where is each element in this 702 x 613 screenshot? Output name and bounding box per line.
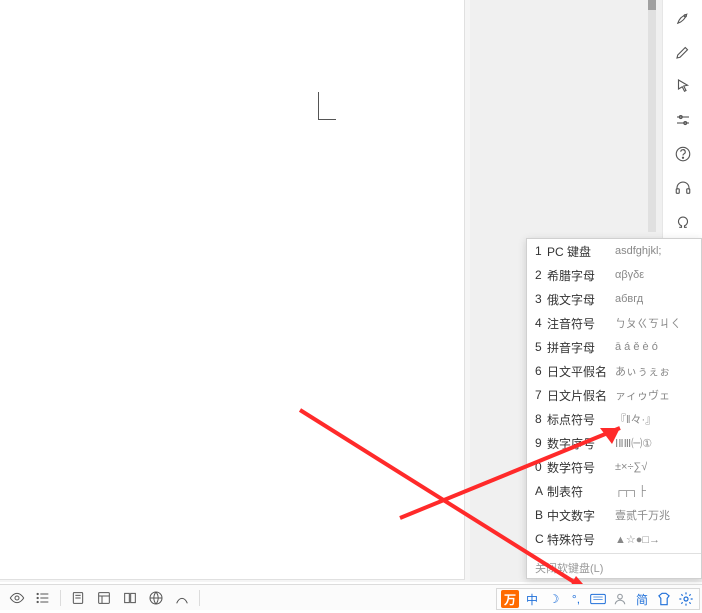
option-sample: ±×÷∑√ xyxy=(615,461,647,473)
ime-punct-icon[interactable]: °, xyxy=(567,590,585,608)
option-key: B xyxy=(535,508,547,522)
cursor-icon[interactable] xyxy=(673,76,693,96)
help-icon[interactable] xyxy=(673,144,693,164)
page-view-icon[interactable] xyxy=(69,589,87,607)
option-sample: 『‖々·』 xyxy=(615,411,656,427)
web-view-icon[interactable] xyxy=(147,589,165,607)
soft-keyboard-option[interactable]: 8标点符号『‖々·』 xyxy=(527,407,701,431)
option-label: 特殊符号 xyxy=(547,531,615,548)
reading-view-icon[interactable] xyxy=(121,589,139,607)
option-label: 注音符号 xyxy=(547,315,615,332)
headset-icon[interactable] xyxy=(673,178,693,198)
option-sample: ァィゥヴェ xyxy=(615,387,670,403)
ime-lang-toggle[interactable]: 中 xyxy=(523,590,541,608)
option-sample: ㄅㄆㄍㄎㄐㄑ xyxy=(615,315,681,331)
ime-simplified-toggle[interactable]: 简 xyxy=(633,590,651,608)
document-page[interactable] xyxy=(0,0,465,580)
rocket-icon[interactable] xyxy=(673,8,693,28)
option-sample: ⅠⅡⅢ㈠① xyxy=(615,435,652,451)
soft-keyboard-option[interactable]: 1PC 键盘asdfghjkl; xyxy=(527,239,701,263)
option-key: 2 xyxy=(535,268,547,282)
pencil-icon[interactable] xyxy=(673,42,693,62)
option-sample: ┌┬┐├ xyxy=(615,485,646,497)
menu-separator xyxy=(527,553,701,554)
option-label: 中文数字 xyxy=(547,507,615,524)
option-key: 0 xyxy=(535,460,547,474)
ime-settings-icon[interactable] xyxy=(677,590,695,608)
option-key: A xyxy=(535,484,547,498)
option-sample: ▲☆●□→ xyxy=(615,533,660,546)
option-key: 1 xyxy=(535,244,547,258)
option-label: 数学符号 xyxy=(547,459,615,476)
option-sample: ā á ě è ó xyxy=(615,341,658,353)
omega-icon[interactable] xyxy=(673,212,693,232)
option-label: 希腊字母 xyxy=(547,267,615,284)
editor-background xyxy=(0,0,470,582)
ime-toolbar: 万 中 ☽ °, 简 xyxy=(496,588,700,610)
option-label: 日文平假名 xyxy=(547,363,615,380)
soft-keyboard-option[interactable]: 5拼音字母ā á ě è ó xyxy=(527,335,701,359)
option-sample: αβγδε xyxy=(615,269,644,281)
soft-keyboard-option[interactable]: 9数字序号ⅠⅡⅢ㈠① xyxy=(527,431,701,455)
list-icon[interactable] xyxy=(34,589,52,607)
option-sample: абвгд xyxy=(615,293,643,305)
text-cursor xyxy=(318,92,336,120)
eye-icon[interactable] xyxy=(8,589,26,607)
soft-keyboard-option[interactable]: 3俄文字母абвгд xyxy=(527,287,701,311)
scrollbar-thumb[interactable] xyxy=(648,0,656,10)
view-mode-group xyxy=(61,589,199,607)
option-key: 9 xyxy=(535,436,547,450)
option-key: 5 xyxy=(535,340,547,354)
ime-brand-icon[interactable]: 万 xyxy=(501,590,519,608)
option-key: C xyxy=(535,532,547,546)
ime-softkeyboard-icon[interactable] xyxy=(589,590,607,608)
option-label: 数字序号 xyxy=(547,435,615,452)
soft-keyboard-option[interactable]: 6日文平假名あぃぅぇぉ xyxy=(527,359,701,383)
option-key: 8 xyxy=(535,412,547,426)
soft-keyboard-menu: 1PC 键盘asdfghjkl;2希腊字母αβγδε3俄文字母абвгд4注音符… xyxy=(526,238,702,579)
option-key: 7 xyxy=(535,388,547,402)
soft-keyboard-option[interactable]: C特殊符号▲☆●□→ xyxy=(527,527,701,551)
option-key: 6 xyxy=(535,364,547,378)
soft-keyboard-option[interactable]: A制表符┌┬┐├ xyxy=(527,479,701,503)
ime-user-icon[interactable] xyxy=(611,590,629,608)
ime-moon-icon[interactable]: ☽ xyxy=(545,590,563,608)
option-label: 制表符 xyxy=(547,483,615,500)
ime-skin-icon[interactable] xyxy=(655,590,673,608)
menu-close-soft-keyboard[interactable]: 关闭软键盘(L) xyxy=(527,556,701,578)
option-key: 4 xyxy=(535,316,547,330)
soft-keyboard-option[interactable]: 4注音符号ㄅㄆㄍㄎㄐㄑ xyxy=(527,311,701,335)
option-label: 日文片假名 xyxy=(547,387,615,404)
option-label: 俄文字母 xyxy=(547,291,615,308)
scrollbar-track[interactable] xyxy=(648,0,656,232)
sliders-icon[interactable] xyxy=(673,110,693,130)
option-sample: 壹贰千万兆 xyxy=(615,507,670,523)
option-key: 3 xyxy=(535,292,547,306)
draft-view-icon[interactable] xyxy=(173,589,191,607)
right-tool-rail xyxy=(662,0,702,238)
option-label: PC 键盘 xyxy=(547,243,615,260)
option-sample: asdfghjkl; xyxy=(615,245,661,257)
soft-keyboard-option[interactable]: 0数学符号±×÷∑√ xyxy=(527,455,701,479)
soft-keyboard-option[interactable]: 7日文片假名ァィゥヴェ xyxy=(527,383,701,407)
option-label: 标点符号 xyxy=(547,411,615,428)
option-label: 拼音字母 xyxy=(547,339,615,356)
option-sample: あぃぅぇぉ xyxy=(615,363,670,379)
outline-view-icon[interactable] xyxy=(95,589,113,607)
soft-keyboard-option[interactable]: B中文数字壹贰千万兆 xyxy=(527,503,701,527)
soft-keyboard-option[interactable]: 2希腊字母αβγδε xyxy=(527,263,701,287)
